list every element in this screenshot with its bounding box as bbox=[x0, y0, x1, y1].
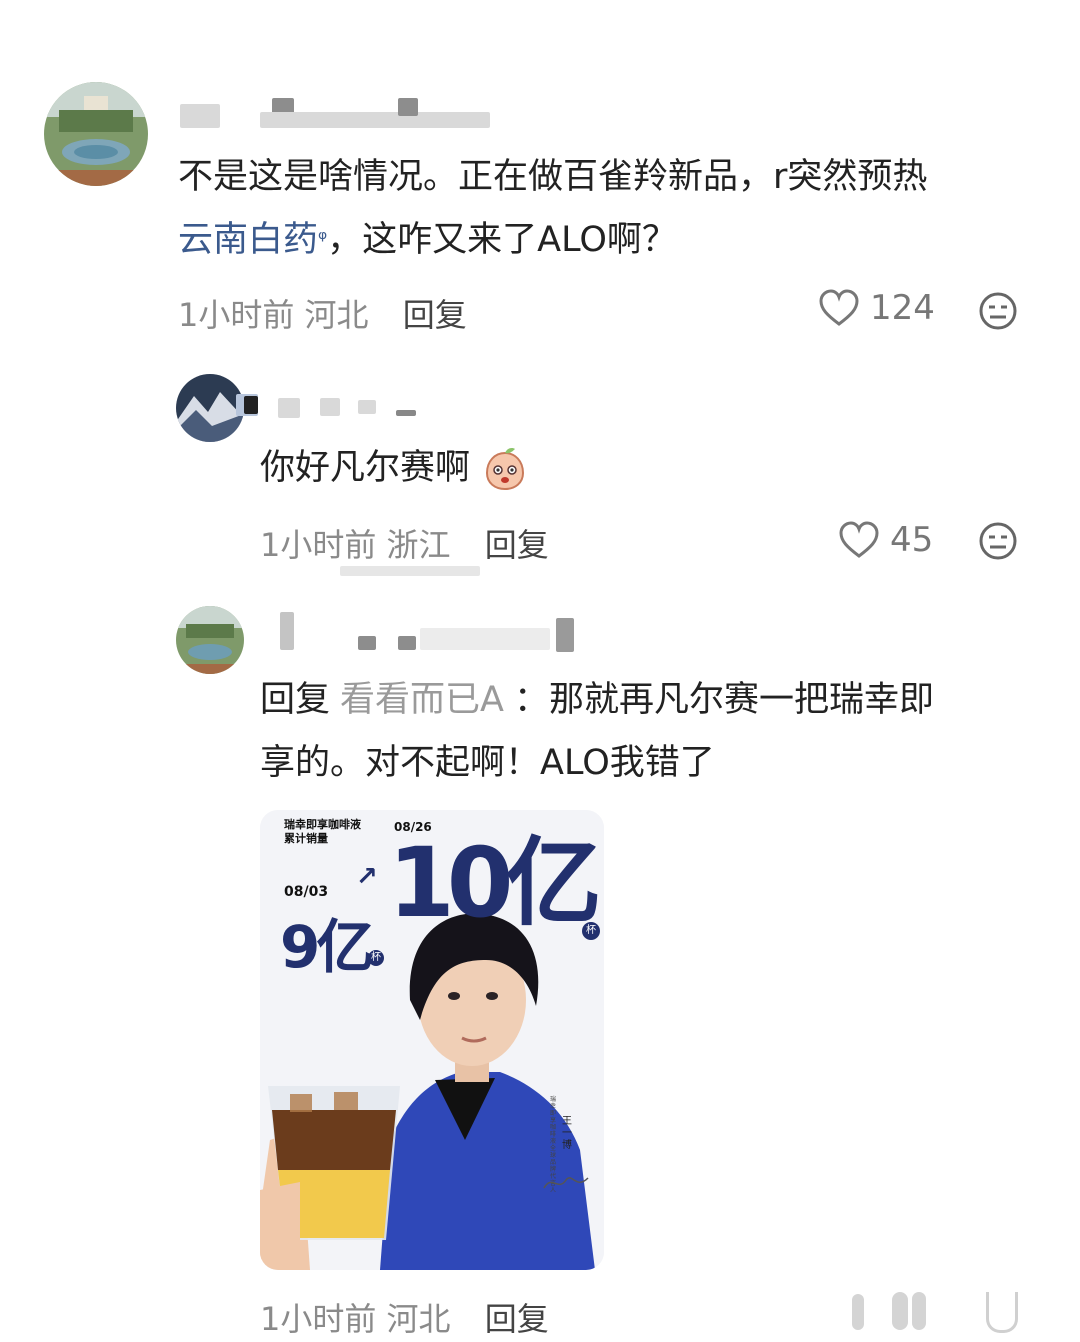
heart-icon bbox=[839, 521, 879, 558]
poster-value-end: 10亿 bbox=[388, 827, 602, 939]
peach-emoji-icon bbox=[486, 448, 525, 491]
garden-avatar-icon bbox=[44, 82, 148, 186]
poster-date-start: 08/03 bbox=[284, 884, 329, 900]
heart-icon bbox=[819, 289, 859, 326]
avatar[interactable] bbox=[176, 374, 244, 442]
garden-avatar-icon bbox=[176, 606, 244, 674]
dislike-button[interactable] bbox=[978, 291, 1018, 335]
poster-header: 瑞幸即享咖啡液 累计销量 bbox=[284, 818, 361, 845]
search-link[interactable]: 云南白药 bbox=[178, 220, 318, 260]
reply-button[interactable]: 回复 bbox=[485, 1300, 549, 1338]
comment-text-line2: 享的。对不起啊！ALO我错了 bbox=[260, 743, 715, 783]
signature-icon bbox=[543, 1177, 589, 1189]
like-count: 45 bbox=[890, 520, 934, 560]
meh-face-icon bbox=[979, 522, 1017, 560]
timestamp: 1小时前 bbox=[260, 526, 377, 564]
like-button[interactable]: 45 bbox=[838, 520, 933, 560]
poster-person-name: 王一博 bbox=[562, 1116, 572, 1151]
like-count: 124 bbox=[870, 288, 935, 328]
location: 河北 bbox=[386, 1300, 451, 1338]
arrow-up-icon: ↗ bbox=[356, 862, 378, 892]
comment-meta: 1小时前 河北 回复 bbox=[260, 1294, 549, 1340]
dislike-button[interactable] bbox=[978, 521, 1018, 565]
location: 浙江 bbox=[386, 526, 451, 564]
reply-button[interactable]: 回复 bbox=[403, 296, 467, 334]
timestamp: 1小时前 bbox=[178, 296, 295, 334]
like-button[interactable]: 124 bbox=[818, 288, 935, 328]
comment-text: 回复 看看而已A ：那就再凡尔赛一把瑞幸即 bbox=[260, 680, 934, 720]
location: 河北 bbox=[304, 296, 369, 334]
comment-text-line2: 云南白药ᵠ，这咋又来了ALO啊？ bbox=[178, 220, 677, 260]
mention-link[interactable]: 看看而已A bbox=[340, 680, 504, 720]
timestamp: 1小时前 bbox=[260, 1300, 377, 1338]
meh-face-icon bbox=[979, 292, 1017, 330]
divider bbox=[340, 566, 480, 576]
comment-meta: 1小时前 浙江 回复 bbox=[260, 520, 549, 566]
poster-unit-end: 杯 bbox=[582, 922, 600, 940]
poster-unit-start: 杯 bbox=[368, 950, 384, 966]
avatar[interactable] bbox=[44, 82, 148, 186]
poster-value-start: 9亿 bbox=[280, 913, 374, 981]
reply-button[interactable]: 回复 bbox=[485, 526, 549, 564]
comment-meta: 1小时前 河北 回复 bbox=[178, 290, 467, 336]
avatar[interactable] bbox=[176, 606, 244, 674]
comment-text: 不是这是啥情况。正在做百雀羚新品，r突然预热 bbox=[178, 157, 928, 197]
search-icon: ᵠ bbox=[318, 227, 328, 252]
comment-image[interactable]: 瑞幸即享咖啡液 累计销量 08/26 08/03 ↗ 9亿 杯 10亿 杯 瑞幸… bbox=[260, 810, 604, 1270]
comment-text: 你好凡尔赛啊 bbox=[260, 436, 529, 500]
mountain-avatar-icon bbox=[176, 374, 244, 442]
